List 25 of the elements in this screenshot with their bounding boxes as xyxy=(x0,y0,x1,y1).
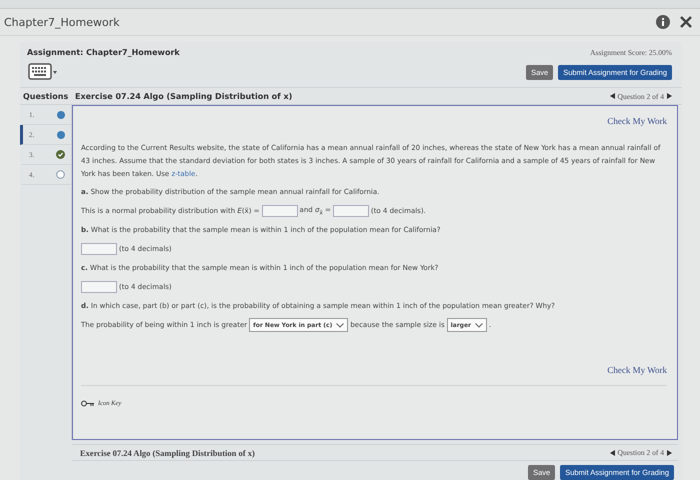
check-circle-icon xyxy=(56,150,65,159)
caret-icon xyxy=(336,322,344,328)
answer-field[interactable] xyxy=(81,243,117,255)
exercise-title: Exercise 07.24 Algo (Sampling Distribution of x) xyxy=(80,448,255,458)
answer-field[interactable] xyxy=(81,281,117,293)
empty-circle-icon xyxy=(56,170,65,179)
next-arrow-icon[interactable] xyxy=(667,450,672,456)
window-title: Chapter7_Homework xyxy=(4,16,120,28)
assignment-title: Assignment: Chapter7_Homework xyxy=(27,48,180,57)
key-icon xyxy=(81,400,95,407)
close-icon[interactable] xyxy=(680,16,692,28)
exercise-title: Exercise 07.24 Algo (Sampling Distribution of x) xyxy=(75,92,292,100)
previous-arrow-icon[interactable] xyxy=(610,93,615,99)
answered-dot-icon xyxy=(57,110,65,118)
previous-arrow-icon[interactable] xyxy=(610,450,615,456)
answer-field[interactable] xyxy=(332,205,369,217)
caret-icon xyxy=(475,322,483,328)
check-my-work-link[interactable]: Check My Work xyxy=(607,116,667,126)
answer-field[interactable] xyxy=(262,205,298,217)
answered-dot-icon xyxy=(57,130,65,138)
next-arrow-icon[interactable] xyxy=(667,93,672,99)
info-icon[interactable] xyxy=(656,15,670,29)
check-my-work-link[interactable]: Check My Work xyxy=(607,365,667,375)
questions-heading: Questions xyxy=(22,92,70,100)
keyboard-icon[interactable] xyxy=(28,62,58,82)
